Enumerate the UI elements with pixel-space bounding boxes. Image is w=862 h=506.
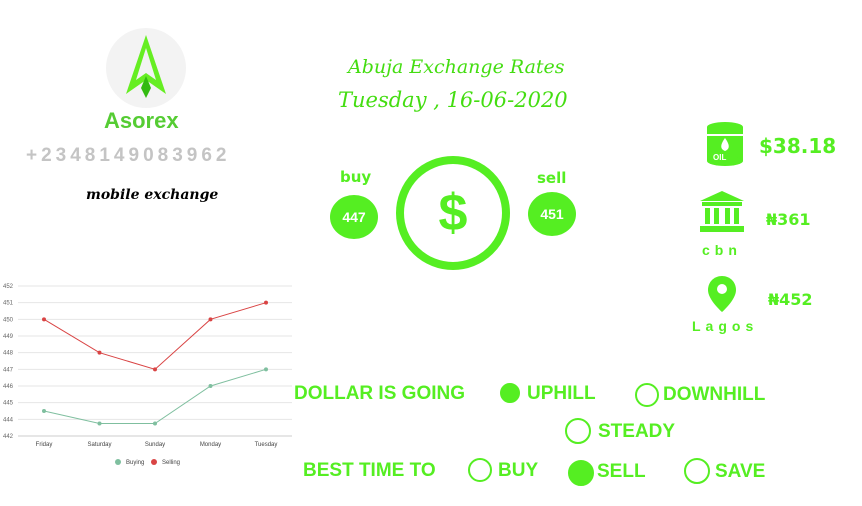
data-point-selling (153, 367, 157, 372)
data-point-selling (208, 317, 213, 322)
exchange-rate-chart: 442 444 445 446 447 448 449 450 451 452 Friday Satu… (3, 284, 292, 466)
lagos-rate: ₦452 (768, 290, 813, 309)
y-tick-label: 449 (3, 334, 14, 340)
y-tick-label: 445 (3, 401, 14, 407)
sell-rate-badge: 451 (528, 192, 576, 236)
y-tick-label: 448 (3, 351, 14, 357)
brand-name: Asorex (104, 108, 179, 133)
y-tick-label: 450 (3, 317, 14, 323)
buy-rate-badge: 447 (330, 195, 378, 239)
sell-label: sell (537, 169, 567, 187)
phone-number: +2348149083962 (26, 145, 231, 166)
cbn-rate: ₦361 (766, 210, 811, 229)
x-tick-label: Sunday (145, 442, 165, 448)
buy-option-label[interactable]: BUY (498, 460, 538, 482)
legend-label: Buying (126, 460, 144, 466)
bank-icon (700, 191, 744, 238)
uphill-radio[interactable] (500, 383, 520, 403)
asorex-logo (106, 28, 186, 108)
data-point-buying (264, 367, 268, 372)
tagline: mobile exchange (86, 187, 219, 203)
y-tick-label: 442 (3, 434, 14, 440)
data-point-buying (97, 421, 102, 426)
asorex-logo-icon (126, 35, 166, 98)
steady-label[interactable]: STEADY (598, 421, 675, 443)
cbn-label: cbn (702, 242, 742, 258)
save-option-label[interactable]: SAVE (715, 461, 765, 483)
oil-icon-text: OIL (713, 153, 727, 162)
steady-radio[interactable] (565, 418, 591, 444)
downhill-radio[interactable] (635, 383, 659, 407)
buy-label: buy (340, 168, 372, 186)
trend-question: DOLLAR IS GOING (294, 383, 465, 404)
legend-swatch (115, 459, 121, 465)
dollar-icon: $ (396, 156, 510, 270)
page-date: Tuesday , 16-06-2020 (338, 88, 568, 112)
data-point-buying (42, 409, 46, 413)
sell-option-label[interactable]: SELL (597, 461, 646, 483)
downhill-label[interactable]: DOWNHILL (663, 384, 765, 406)
y-tick-label: 451 (3, 301, 14, 307)
uphill-label[interactable]: UPHILL (527, 383, 596, 405)
data-point-buying (153, 421, 157, 426)
x-tick-label: Saturday (87, 442, 111, 448)
x-tick-label: Monday (200, 442, 221, 448)
y-tick-label: 446 (3, 384, 14, 390)
legend-label: Selling (162, 460, 180, 466)
x-tick-label: Friday (36, 442, 53, 448)
data-point-selling (97, 350, 102, 355)
lagos-label: Lagos (692, 318, 759, 334)
oil-barrel-icon (704, 120, 746, 173)
data-point-buying (208, 384, 213, 388)
page-title: Abuja Exchange Rates (348, 56, 565, 78)
buy-radio[interactable] (468, 458, 492, 482)
x-tick-label: Tuesday (255, 442, 278, 448)
save-radio[interactable] (684, 458, 710, 484)
y-tick-label: 447 (3, 367, 14, 373)
location-pin-icon (708, 276, 736, 317)
oil-price: $38.18 (759, 134, 837, 158)
sell-radio[interactable] (568, 460, 594, 486)
y-tick-label: 452 (3, 284, 14, 290)
advice-question: BEST TIME TO (303, 460, 436, 481)
data-point-selling (264, 300, 268, 305)
legend-swatch (151, 459, 157, 465)
series-line-buying (43, 368, 267, 424)
data-point-selling (42, 317, 46, 322)
y-tick-label: 444 (3, 417, 14, 423)
